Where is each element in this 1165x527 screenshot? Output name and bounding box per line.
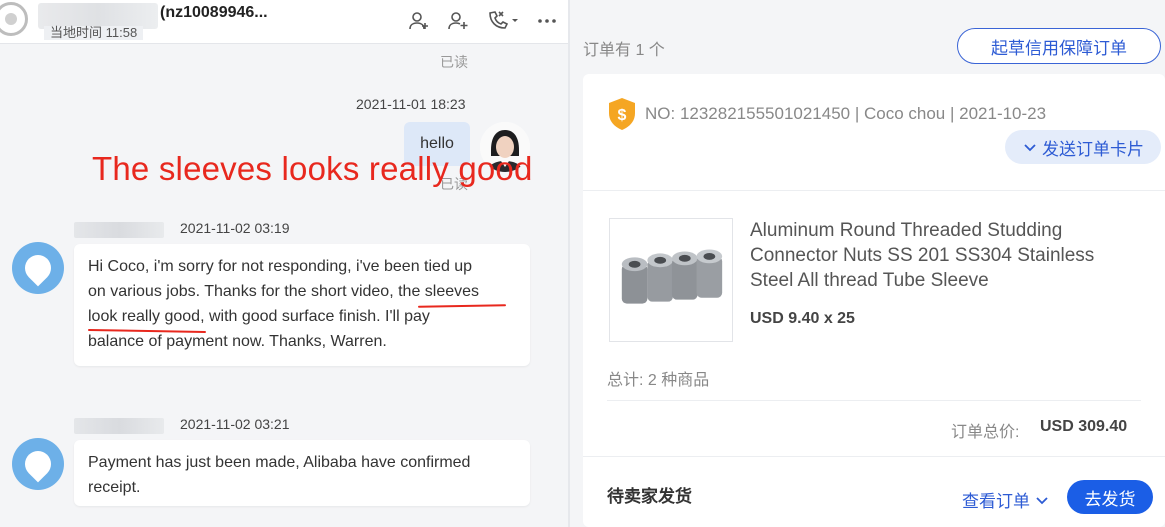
add-contact-icon[interactable] bbox=[406, 8, 432, 34]
order-card: $ NO: 123282155501021450 | Coco chou | 2… bbox=[583, 74, 1165, 527]
divider bbox=[583, 190, 1165, 191]
message-line: Hi Coco, i'm sorry for not responding, i… bbox=[88, 258, 473, 275]
divider bbox=[583, 456, 1165, 457]
message-timestamp: 2021-11-02 03:21 bbox=[180, 416, 290, 432]
divider bbox=[607, 400, 1141, 401]
local-time: 当地时间 11:58 bbox=[44, 26, 144, 40]
product-thumbnail[interactable] bbox=[609, 218, 733, 342]
chevron-down-icon bbox=[1036, 496, 1048, 504]
order-status: 待卖家发货 bbox=[607, 487, 692, 506]
view-order-link[interactable]: 查看订单 bbox=[962, 487, 1050, 512]
read-status: 已读 bbox=[440, 54, 468, 70]
message-timestamp: 2021-11-02 03:19 bbox=[180, 220, 290, 236]
sender-name-redacted bbox=[74, 222, 164, 238]
add-member-icon[interactable] bbox=[445, 8, 471, 34]
call-icon[interactable] bbox=[482, 8, 522, 34]
send-order-card-label: 发送订单卡片 bbox=[1042, 139, 1144, 159]
ship-order-button[interactable]: 去发货 bbox=[1067, 480, 1153, 514]
send-order-card-button[interactable]: 发送订单卡片 bbox=[1005, 130, 1161, 164]
sender-name-redacted bbox=[74, 418, 164, 434]
message-timestamp: 2021-11-01 18:23 bbox=[356, 96, 466, 112]
order-total-label: 订单总价: bbox=[951, 424, 1020, 441]
view-order-label: 查看订单 bbox=[962, 492, 1030, 511]
order-number[interactable]: NO: 123282155501021450 | Coco chou | 202… bbox=[645, 104, 1046, 124]
incoming-message[interactable]: Payment has just been made, Alibaba have… bbox=[74, 440, 530, 506]
order-total-value: USD 309.40 bbox=[1040, 418, 1128, 435]
draft-trade-assurance-button[interactable]: 起草信用保障订单 bbox=[957, 28, 1161, 64]
contact-avatar[interactable] bbox=[0, 2, 28, 36]
chat-bubble-icon bbox=[19, 445, 57, 483]
svg-text:$: $ bbox=[618, 107, 627, 124]
order-pane: 订单有 1 个 起草信用保障订单 $ NO: 12328215550102145… bbox=[570, 0, 1165, 527]
message-line: receipt. bbox=[88, 479, 141, 496]
trade-assurance-icon: $ bbox=[609, 98, 635, 130]
product-price: USD 9.40 x 25 bbox=[750, 310, 855, 327]
chevron-down-icon bbox=[1024, 144, 1036, 152]
product-title[interactable]: Aluminum Round Threaded Studding Connect… bbox=[750, 218, 1140, 293]
chat-bubble-icon bbox=[19, 249, 57, 287]
peer-avatar[interactable] bbox=[12, 242, 64, 294]
chat-header: (nz10089946... 当地时间 11:58 bbox=[0, 0, 568, 44]
more-icon[interactable] bbox=[534, 8, 560, 34]
order-count: 订单有 1 个 bbox=[583, 42, 665, 59]
message-line: balance of payment now. Thanks, Warren. bbox=[88, 333, 387, 350]
message-line: look really good, with good surface fini… bbox=[88, 308, 430, 325]
message-line: Payment has just been made, Alibaba have… bbox=[88, 454, 471, 471]
annotation-text: The sleeves looks really good bbox=[92, 150, 533, 187]
peer-avatar[interactable] bbox=[12, 438, 64, 490]
message-line: on various jobs. Thanks for the short vi… bbox=[88, 283, 480, 300]
message-list[interactable]: 已读 2021-11-01 18:23 hello 已读 The sleeves… bbox=[0, 44, 568, 527]
total-items: 总计: 2 种商品 bbox=[607, 372, 710, 389]
contact-name[interactable]: (nz10089946... bbox=[160, 4, 268, 22]
chat-pane: (nz10089946... 当地时间 11:58 已读 2021-11-01 … bbox=[0, 0, 568, 527]
